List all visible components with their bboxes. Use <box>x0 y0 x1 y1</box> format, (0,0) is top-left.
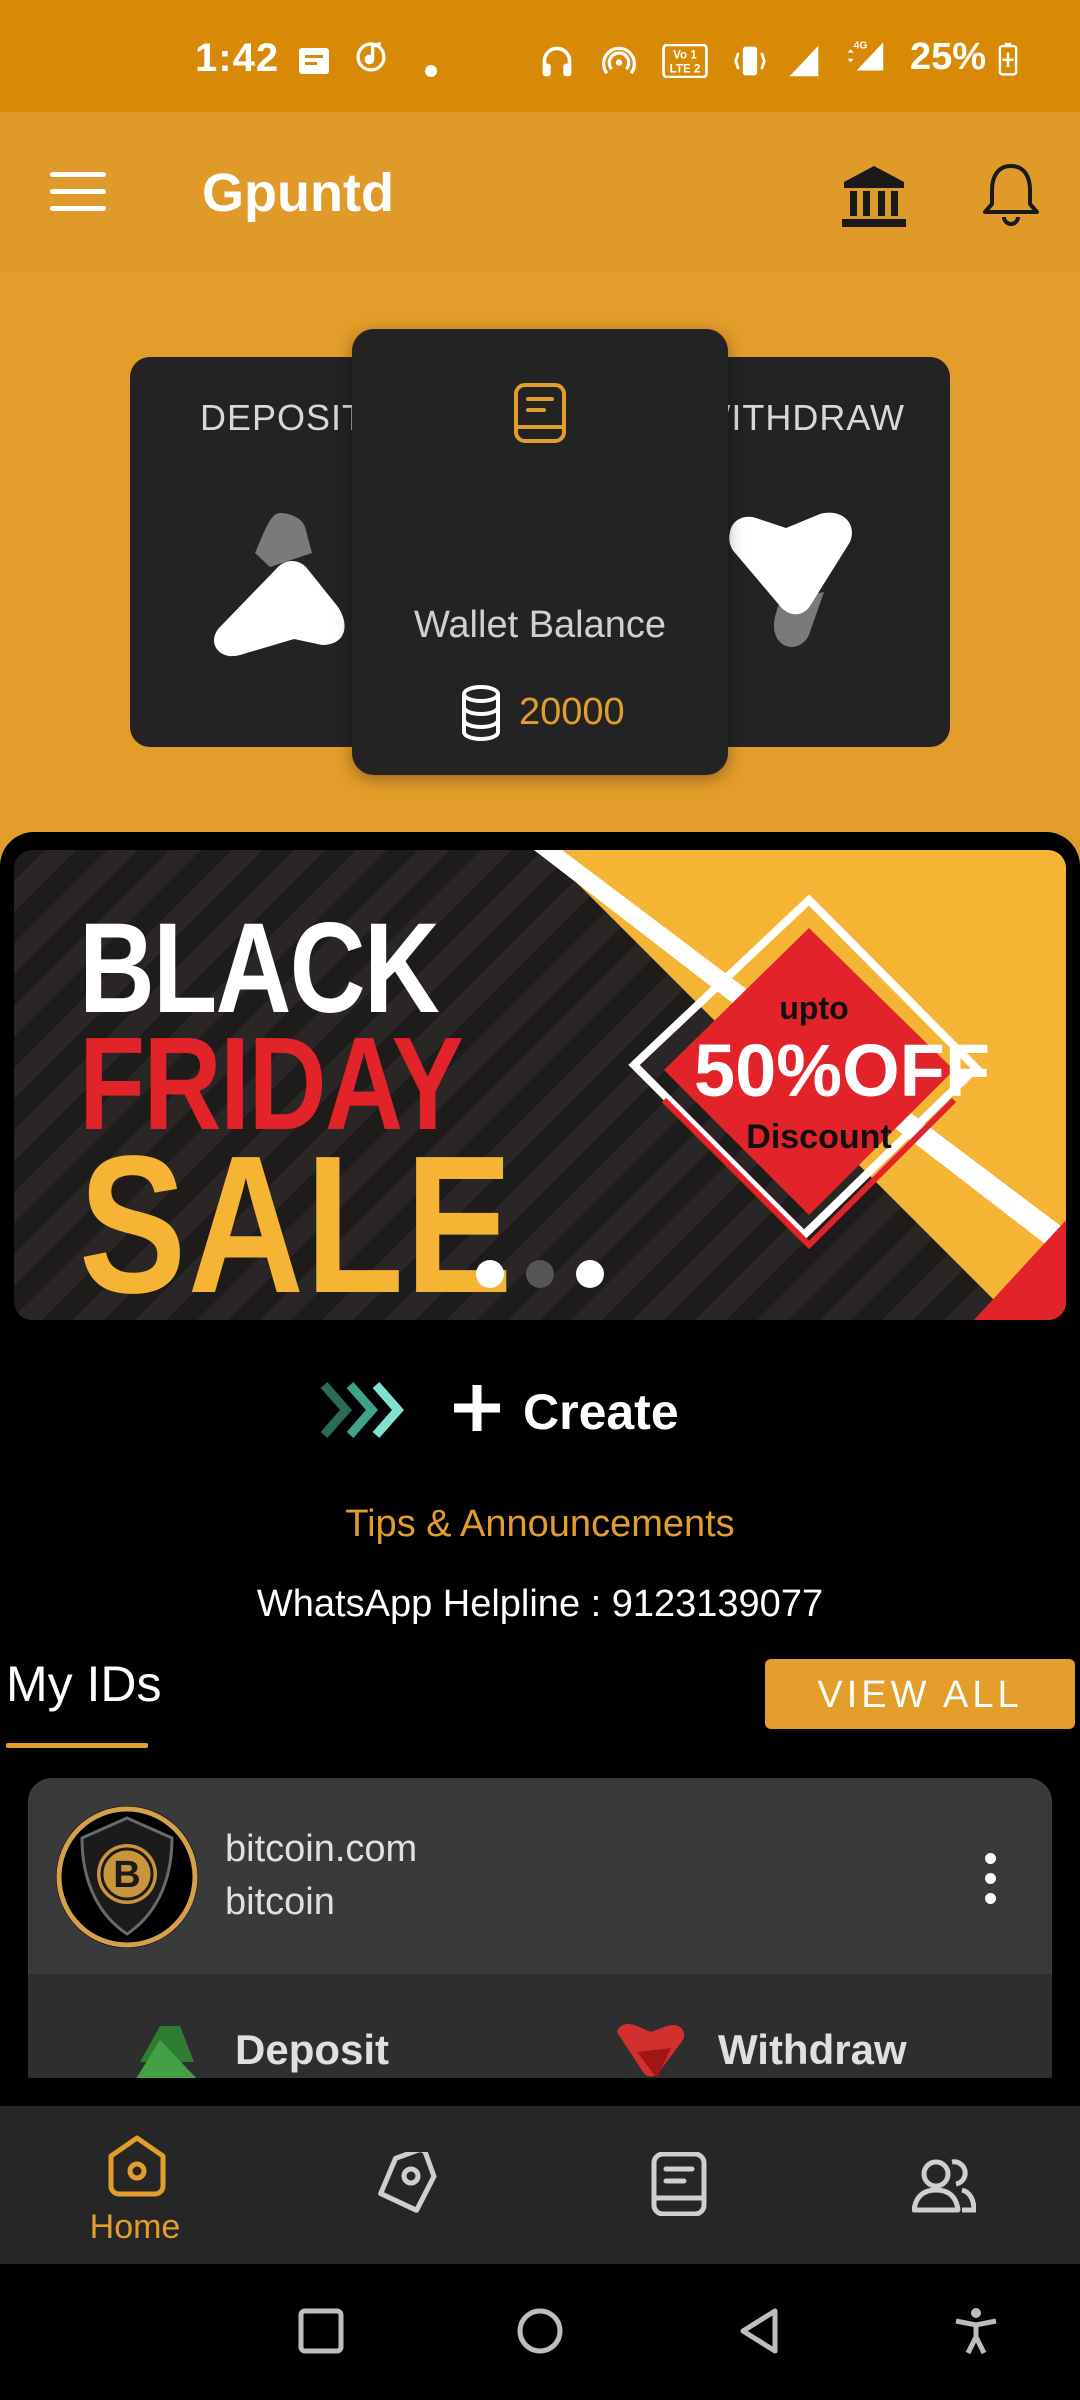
system-navigation-bar <box>0 2264 1080 2400</box>
vibrate-icon <box>734 46 766 76</box>
banner-discount: Discount <box>746 1118 892 1156</box>
passbook-icon <box>514 383 566 443</box>
withdraw-arrow-icon <box>729 512 852 647</box>
svg-text:B: B <box>113 1854 140 1896</box>
banner-frame: BLACK FRIDAY SALE upto 50%OFF Discount <box>0 832 1080 1332</box>
music-icon <box>356 41 386 72</box>
wallet-balance-card[interactable]: Wallet Balance 20000 <box>352 329 728 775</box>
wallet-balance-label: Wallet Balance <box>413 604 667 646</box>
nav-users[interactable] <box>810 2106 1080 2264</box>
id-name: bitcoin <box>225 1881 335 1923</box>
svg-text:LTE 2: LTE 2 <box>670 63 701 76</box>
id-card-actions: Deposit Withdraw <box>28 1974 1052 2078</box>
bell-icon[interactable] <box>980 160 1042 230</box>
headphones-icon <box>542 46 572 77</box>
id-card[interactable]: B bitcoin.com bitcoin Deposit Withdraw <box>28 1778 1052 2078</box>
withdraw-small-icon[interactable] <box>613 2022 687 2078</box>
volte-icon: Vo 1 LTE 2 <box>662 44 708 78</box>
tag-icon <box>378 2152 437 2213</box>
app-bar: Gpuntd <box>0 112 1080 272</box>
view-all-button[interactable]: VIEW ALL <box>765 1659 1075 1729</box>
carousel-indicator <box>476 1260 626 1293</box>
promo-banner[interactable]: BLACK FRIDAY SALE upto 50%OFF Discount <box>14 850 1066 1320</box>
svg-text:4G: 4G <box>854 40 868 51</box>
nav-passbook[interactable] <box>540 2106 810 2264</box>
hotspot-icon <box>602 46 636 75</box>
wallet-section: DEPOSIT WITHDRAW Wallet Balance 20000 <box>0 272 1080 832</box>
dot-icon <box>425 65 437 77</box>
coins-icon <box>462 685 500 741</box>
nav-home-label: Home <box>89 2208 181 2246</box>
banner-percent: 50%OFF <box>694 1029 991 1112</box>
back-icon[interactable] <box>735 2307 783 2355</box>
signal-icon <box>789 45 819 77</box>
bottom-navigation: Home <box>0 2106 1080 2264</box>
promo-banner-section: BLACK FRIDAY SALE upto 50%OFF Discount <box>0 832 1080 1332</box>
status-time: 1:42 <box>195 36 280 80</box>
users-icon <box>912 2159 976 2213</box>
wallet-balance-amount: 20000 <box>519 691 625 733</box>
create-label: Create <box>523 1384 679 1440</box>
my-ids-title: My IDs <box>6 1656 162 1712</box>
battery-charging-icon <box>998 42 1018 76</box>
carousel-dot-3[interactable] <box>576 1260 604 1288</box>
id-card-header: B bitcoin.com bitcoin <box>28 1778 1052 1974</box>
passbook-nav-icon <box>651 2152 707 2216</box>
my-ids-underline <box>6 1743 148 1748</box>
banner-upto: upto <box>779 990 849 1026</box>
home-icon <box>108 2135 166 2197</box>
recents-icon[interactable] <box>297 2307 345 2355</box>
plus-icon <box>454 1385 500 1431</box>
battery-percentage: 25% <box>910 36 987 78</box>
whatsapp-helpline: WhatsApp Helpline : 9123139077 <box>256 1583 824 1625</box>
id-site: bitcoin.com <box>225 1828 418 1870</box>
accessibility-icon[interactable] <box>952 2307 1000 2355</box>
id-withdraw-button[interactable]: Withdraw <box>718 2026 907 2074</box>
home-button-icon[interactable] <box>516 2307 564 2355</box>
carousel-dot-1[interactable] <box>476 1260 504 1288</box>
chevrons-right-icon <box>320 1382 404 1438</box>
deposit-arrow-icon <box>213 513 345 657</box>
nav-offers[interactable] <box>270 2106 540 2264</box>
status-bar: 1:42 Vo 1 LTE 2 4G 25% <box>0 0 1080 112</box>
message-icon <box>299 48 329 74</box>
deposit-label: DEPOSIT <box>200 397 366 438</box>
carousel-dot-2[interactable] <box>526 1260 554 1288</box>
svg-text:Vo 1: Vo 1 <box>673 48 697 61</box>
id-deposit-button[interactable]: Deposit <box>235 2026 389 2074</box>
bank-icon[interactable] <box>840 162 908 230</box>
bitcoin-logo: B <box>56 1806 198 1948</box>
more-options-icon[interactable] <box>980 1853 1000 1909</box>
deposit-small-icon[interactable] <box>130 2022 204 2078</box>
tips-announcements-link[interactable]: Tips & Announcements <box>0 1503 1080 1546</box>
4g-signal-icon: 4G <box>847 40 884 71</box>
menu-icon[interactable] <box>50 172 106 214</box>
app-title: Gpuntd <box>202 163 394 223</box>
nav-home[interactable]: Home <box>0 2106 270 2264</box>
banner-line-sale: SALE <box>79 1115 515 1320</box>
